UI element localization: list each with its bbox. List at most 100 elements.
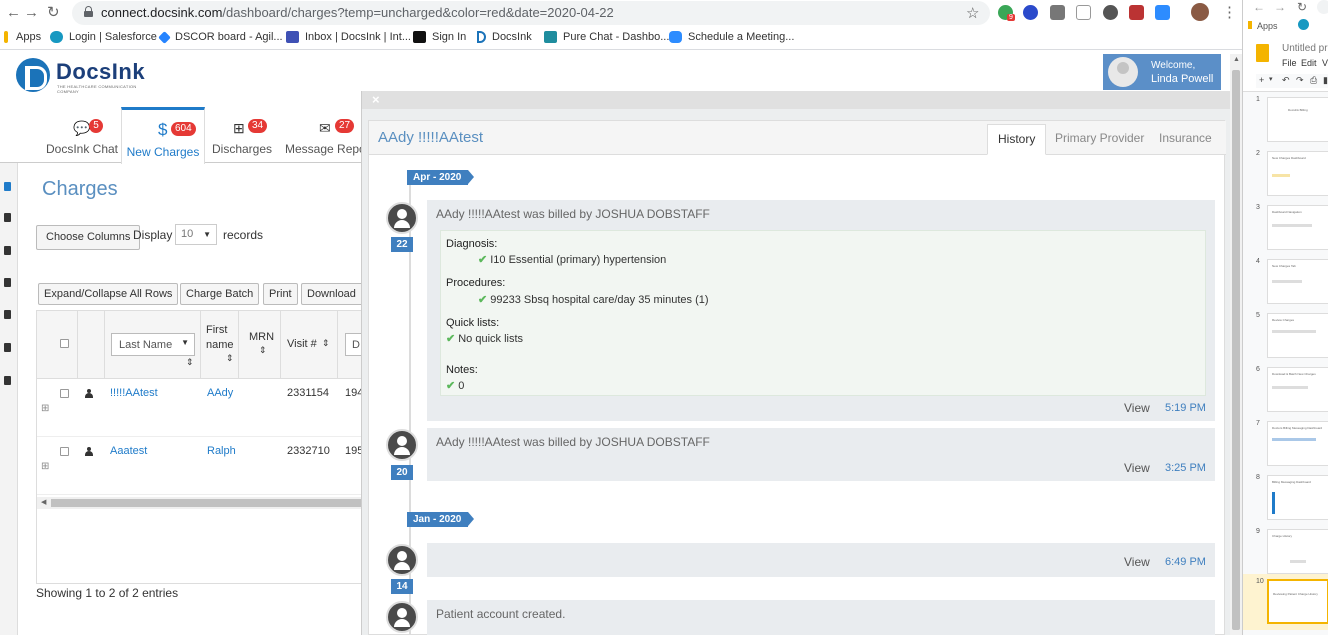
slide-thumbnail-selected[interactable]: Reviewing Patient Charge History (1267, 579, 1328, 624)
records-per-page-select[interactable]: 10 ▼ (175, 224, 217, 245)
extension-g-icon[interactable] (1050, 5, 1065, 20)
slide-thumbnail[interactable]: Dashboard Navigation (1267, 205, 1328, 250)
nav-clipboard-icon[interactable] (4, 343, 11, 352)
scroll-left-icon[interactable]: ◀ (41, 498, 46, 506)
envelope-icon: ✉ (319, 120, 331, 136)
extension-pdf-icon[interactable] (1129, 5, 1144, 20)
row-first-name[interactable]: AAdy (207, 387, 233, 399)
sort-icon[interactable]: ⇕ (259, 345, 267, 356)
forward-icon[interactable]: → (24, 4, 39, 22)
scroll-up-icon[interactable]: ▲ (1233, 56, 1240, 63)
charge-batch-button[interactable]: Charge Batch (180, 283, 260, 305)
docsink-logo[interactable]: DocsInk THE HEALTHCARE COMMUNICATION COM… (4, 53, 157, 97)
bookmark-dscor[interactable]: DSCOR board - Agil... (158, 30, 283, 44)
slide-thumbnail[interactable]: New Charges Dashboard (1267, 151, 1328, 196)
url-field[interactable] (1317, 0, 1328, 14)
page-vertical-scrollbar[interactable]: ▲ (1230, 54, 1242, 635)
select-all-checkbox[interactable] (60, 339, 69, 348)
slide-thumbnail[interactable]: DocsInk Billing (1267, 97, 1328, 142)
presentation-title[interactable]: Untitled pr (1282, 43, 1328, 54)
print-button[interactable]: Print (263, 283, 298, 305)
choose-columns-button[interactable]: Choose Columns (36, 225, 141, 250)
tab-label: New Charges (126, 145, 200, 159)
expand-row-icon[interactable]: ⊞ (41, 403, 49, 414)
view-link[interactable]: View (1124, 401, 1150, 415)
nav-phone-icon[interactable] (4, 278, 11, 287)
extension-circle-icon[interactable] (1103, 5, 1118, 20)
reload-icon[interactable]: ↻ (1297, 0, 1307, 14)
table-row[interactable]: Aaatest Ralph 2332710 195 ⊞ (37, 437, 363, 495)
view-link[interactable]: View (1124, 555, 1150, 569)
tab-new-charges[interactable]: $ 604 New Charges (121, 107, 205, 164)
apps-grid-icon (1248, 21, 1252, 29)
redo-icon[interactable]: ↷ (1296, 75, 1304, 86)
extension-vimeo-icon[interactable] (1023, 5, 1038, 20)
bookmark-schedule[interactable]: Schedule a Meeting... (669, 31, 794, 43)
last-name-sort-select[interactable]: Last Name ▼ (111, 333, 195, 356)
scrollbar-thumb[interactable] (1232, 70, 1240, 630)
back-icon[interactable]: ← (1253, 0, 1265, 14)
extension-zoom-icon[interactable] (1155, 5, 1170, 20)
sort-icon[interactable]: ⇕ (322, 338, 330, 349)
reload-icon[interactable]: ↻ (47, 4, 60, 22)
tab-primary-provider[interactable]: Primary Provider (1045, 124, 1154, 155)
add-slide-icon[interactable]: + (1259, 75, 1264, 85)
nav-pin-icon[interactable] (4, 376, 11, 385)
table-row[interactable]: !!!!!AAtest AAdy 2331154 194 ⊞ (37, 379, 363, 437)
nav-document-icon[interactable] (4, 310, 11, 319)
slide-thumbnail[interactable]: Doctors Billing Messaging Dashboard (1267, 421, 1328, 466)
nav-users-icon[interactable] (4, 246, 11, 255)
bookmark-apps[interactable]: Apps (1248, 21, 1278, 31)
nav-home-icon[interactable] (4, 182, 11, 191)
salesforce-icon[interactable] (1298, 19, 1309, 30)
tab-insurance[interactable]: Insurance (1149, 124, 1222, 155)
nav-settings-icon[interactable] (4, 213, 11, 222)
user-menu[interactable]: Welcome, Linda Powell (1103, 54, 1221, 90)
row-last-name[interactable]: !!!!!AAtest (110, 387, 158, 399)
slide-thumbnail[interactable]: Review Charges (1267, 313, 1328, 358)
slide-thumbnail[interactable]: Download & Batch New Charges (1267, 367, 1328, 412)
bookmark-apps[interactable]: Apps (4, 31, 41, 43)
chevron-down-icon[interactable]: ▾ (1269, 75, 1273, 83)
bookmark-inbox[interactable]: Inbox | DocsInk | Int... (286, 31, 411, 43)
bookmark-signin[interactable]: Sign In (413, 31, 466, 43)
slide-thumbnail[interactable]: Charge History (1267, 529, 1328, 574)
slide-thumbnail[interactable]: New Charges Tab (1267, 259, 1328, 304)
scrollbar-thumb[interactable] (51, 499, 363, 507)
print-icon[interactable]: ⎙ (1310, 75, 1317, 86)
extension-d-icon[interactable] (1076, 5, 1091, 20)
browser-menu-icon[interactable]: ⋮ (1222, 4, 1237, 22)
sort-icon[interactable]: ⇕ (226, 353, 234, 364)
menu-edit[interactable]: Edit (1301, 58, 1317, 68)
view-link[interactable]: View (1124, 461, 1150, 475)
patient-history-modal: × AAdy !!!!!AAtest History Primary Provi… (361, 91, 1231, 635)
menu-view[interactable]: V (1322, 58, 1328, 68)
url-field[interactable]: connect.docsink.com/dashboard/charges?te… (72, 1, 990, 25)
forward-icon[interactable]: → (1274, 0, 1286, 14)
close-icon[interactable]: × (372, 92, 380, 107)
profile-avatar[interactable] (1191, 3, 1209, 21)
download-button[interactable]: Download (301, 283, 363, 305)
row-first-name[interactable]: Ralph (207, 445, 236, 457)
bookmark-star-icon[interactable]: ☆ (966, 4, 979, 22)
tab-discharges[interactable]: ⊞ 34 Discharges (205, 107, 279, 163)
table-horizontal-scrollbar[interactable]: ◀ (37, 497, 363, 509)
row-last-name[interactable]: Aaatest (110, 445, 147, 457)
bookmark-docsink[interactable]: DocsInk (477, 31, 532, 43)
google-slides-icon[interactable] (1256, 44, 1269, 62)
expand-collapse-button[interactable]: Expand/Collapse All Rows (38, 283, 179, 305)
paint-format-icon[interactable]: ▮ (1323, 75, 1328, 86)
sort-icon[interactable]: ⇕ (186, 357, 194, 368)
undo-icon[interactable]: ↶ (1282, 75, 1290, 86)
tab-docsink-chat[interactable]: 💬 5 DocsInk Chat (42, 107, 122, 163)
row-checkbox[interactable] (60, 389, 69, 398)
row-checkbox[interactable] (60, 447, 69, 456)
expand-row-icon[interactable]: ⊞ (41, 461, 49, 472)
back-icon[interactable]: ← (6, 4, 21, 22)
slide-thumbnail[interactable]: Billing Messaging Dashboard (1267, 475, 1328, 520)
tab-history[interactable]: History (987, 124, 1047, 155)
bookmark-purechat[interactable]: Pure Chat - Dashbo... (544, 31, 669, 43)
menu-file[interactable]: File (1282, 58, 1297, 68)
bookmark-salesforce[interactable]: Login | Salesforce (50, 31, 157, 43)
tab-message-report[interactable]: ✉ 27 Message Report (279, 107, 362, 163)
